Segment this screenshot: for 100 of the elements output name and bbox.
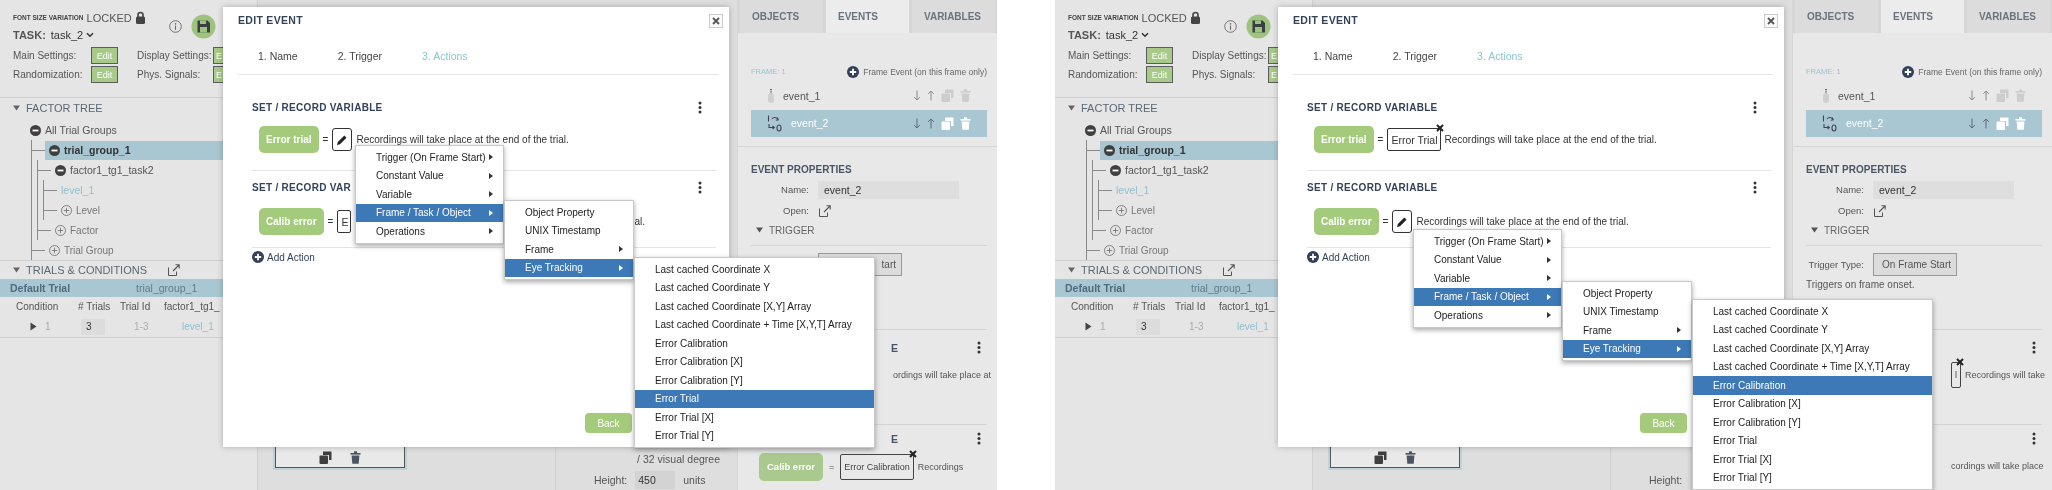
save-icon[interactable] bbox=[191, 13, 216, 39]
tab[interactable]: EVENTS bbox=[1881, 0, 1964, 33]
menu-item[interactable]: Operations bbox=[1414, 306, 1561, 325]
event-row[interactable]: event_1 bbox=[1806, 83, 2042, 108]
height-field[interactable]: 450 bbox=[635, 471, 676, 489]
menu-item[interactable]: Error Calibration [Y] bbox=[635, 371, 874, 390]
external-link-icon[interactable] bbox=[818, 203, 832, 218]
arrow-up-icon[interactable] bbox=[927, 117, 935, 129]
menu-item[interactable]: Last cached Coordinate Y bbox=[1693, 320, 1932, 339]
expand-triangle-icon[interactable] bbox=[30, 322, 37, 331]
menu-item[interactable]: Error Trial bbox=[1693, 431, 1932, 450]
menu-item[interactable]: Last cached Coordinate + Time [X,Y,T] Array bbox=[1693, 357, 1932, 376]
menu-item[interactable]: Last cached Coordinate [X,Y] Array bbox=[635, 297, 874, 316]
add-event-button[interactable]: Frame Event (on this frame only) bbox=[847, 65, 987, 78]
menu-item[interactable]: Last cached Coordinate X bbox=[635, 260, 874, 279]
menu-item[interactable]: Frame bbox=[1563, 321, 1691, 340]
menu-item[interactable]: Frame bbox=[505, 240, 633, 259]
kebab-menu-icon[interactable] bbox=[698, 180, 702, 194]
step-tab[interactable]: 1. Name bbox=[258, 49, 298, 62]
add-action-button[interactable]: Add Action bbox=[252, 250, 315, 264]
name-field[interactable]: event_2 bbox=[1873, 180, 2014, 199]
menu-item[interactable]: Error Trial [Y] bbox=[635, 426, 874, 445]
menu-item[interactable]: Last cached Coordinate X bbox=[1693, 302, 1932, 321]
copy-icon[interactable] bbox=[1374, 450, 1387, 464]
menu-item[interactable]: Frame / Task / Object bbox=[1414, 287, 1561, 306]
arrow-up-icon[interactable] bbox=[1982, 117, 1990, 129]
menu-item[interactable]: Last cached Coordinate + Time [X,Y,T] Array bbox=[635, 315, 874, 334]
edit-value-button[interactable] bbox=[332, 128, 353, 151]
kebab-menu-icon[interactable] bbox=[977, 341, 981, 355]
info-icon[interactable] bbox=[169, 19, 182, 33]
menu-item[interactable]: Operations bbox=[356, 222, 503, 241]
triangle-icon[interactable] bbox=[1068, 267, 1075, 273]
add-item-button[interactable]: Trial Group bbox=[45, 240, 118, 260]
menu-item[interactable]: Last cached Coordinate [X,Y] Array bbox=[1693, 339, 1932, 358]
menu-item[interactable]: Constant Value bbox=[356, 166, 503, 185]
menu-item[interactable]: UNIX Timestamp bbox=[1563, 302, 1691, 321]
menu-item[interactable]: Error Calibration [X] bbox=[635, 352, 874, 371]
triangle-icon[interactable] bbox=[13, 267, 20, 273]
kebab-menu-icon[interactable] bbox=[977, 432, 981, 446]
menu-item[interactable]: Error Trial bbox=[635, 389, 874, 408]
menu-item[interactable]: Error Calibration bbox=[1693, 376, 1932, 395]
info-icon[interactable] bbox=[1224, 19, 1237, 33]
remove-icon[interactable] bbox=[1956, 357, 1964, 366]
value-field[interactable]: Error Calibration bbox=[840, 453, 914, 480]
value-field[interactable]: E bbox=[337, 210, 352, 233]
kebab-menu-icon[interactable] bbox=[1753, 180, 1757, 194]
event-row[interactable]: event_1 bbox=[751, 83, 987, 108]
menu-item[interactable]: Constant Value bbox=[1414, 250, 1561, 269]
tab[interactable]: EVENTS bbox=[826, 0, 909, 33]
arrow-down-icon[interactable] bbox=[1968, 90, 1976, 102]
step-tab[interactable]: 2. Trigger bbox=[337, 49, 383, 62]
add-item-button[interactable]: Factor bbox=[51, 220, 103, 240]
tab[interactable]: OBJECTS bbox=[740, 0, 823, 33]
menu-item[interactable]: Error Trial [Y] bbox=[1693, 468, 1932, 487]
menu-item[interactable]: Object Property bbox=[505, 203, 633, 222]
external-link-icon[interactable] bbox=[1222, 263, 1237, 277]
expand-triangle-icon[interactable] bbox=[1085, 322, 1092, 331]
trash-icon[interactable] bbox=[350, 450, 361, 464]
tree-item[interactable]: factor1_tg1_task2 bbox=[51, 160, 158, 180]
trials-count-field[interactable]: 3 bbox=[81, 318, 105, 335]
kebab-menu-icon[interactable] bbox=[698, 100, 702, 114]
arrow-up-icon[interactable] bbox=[1982, 90, 1990, 102]
arrow-down-icon[interactable] bbox=[913, 117, 921, 129]
add-item-button[interactable]: Trial Group bbox=[1100, 240, 1173, 260]
add-item-button[interactable]: Level bbox=[57, 200, 104, 220]
trash-icon[interactable] bbox=[1405, 450, 1416, 464]
add-item-button[interactable]: Level bbox=[1112, 200, 1159, 220]
close-button[interactable] bbox=[1764, 14, 1778, 28]
menu-item[interactable]: Trigger (On Frame Start) bbox=[1414, 232, 1561, 251]
arrow-up-icon[interactable] bbox=[927, 90, 935, 102]
menu-item[interactable]: Eye Tracking bbox=[505, 258, 633, 277]
menu-item[interactable]: Error Trial [X] bbox=[1693, 450, 1932, 469]
menu-item[interactable]: Error Calibration [Y] bbox=[1693, 413, 1932, 432]
name-field[interactable]: event_2 bbox=[818, 180, 959, 199]
kebab-menu-icon[interactable] bbox=[2032, 432, 2036, 446]
menu-item[interactable]: UNIX Timestamp bbox=[505, 221, 633, 240]
menu-item[interactable]: Error Calibration [X] bbox=[1693, 394, 1932, 413]
close-button[interactable] bbox=[709, 14, 723, 28]
edit-value-button[interactable] bbox=[1392, 210, 1413, 233]
value-field[interactable]: l bbox=[1951, 361, 1961, 388]
kebab-menu-icon[interactable] bbox=[1753, 100, 1757, 114]
menu-item[interactable]: Object Property bbox=[1563, 284, 1691, 303]
menu-item[interactable]: Variable bbox=[356, 185, 503, 204]
task-dropdown[interactable]: task_2 bbox=[50, 28, 95, 41]
copy-icon[interactable] bbox=[319, 450, 332, 464]
tab[interactable]: OBJECTS bbox=[1795, 0, 1878, 33]
arrow-down-icon[interactable] bbox=[913, 90, 921, 102]
external-link-icon[interactable] bbox=[1873, 203, 1887, 218]
trigger-type-button[interactable]: On Frame Start bbox=[1873, 252, 1957, 276]
menu-item[interactable]: Trigger (On Frame Start) bbox=[356, 148, 503, 167]
add-item-button[interactable]: Factor bbox=[1106, 220, 1158, 240]
task-dropdown[interactable]: task_2 bbox=[1105, 28, 1150, 41]
triangle-icon[interactable] bbox=[756, 227, 763, 234]
tree-item[interactable]: trial_group_1 bbox=[1100, 140, 1278, 160]
menu-item[interactable]: Error Trial [X] bbox=[635, 408, 874, 427]
add-action-button[interactable]: Add Action bbox=[1307, 250, 1370, 264]
remove-icon[interactable] bbox=[1435, 124, 1444, 132]
step-tab[interactable]: 1. Name bbox=[1313, 49, 1353, 62]
triangle-icon[interactable] bbox=[1068, 105, 1075, 111]
menu-item[interactable]: Last cached Coordinate Y bbox=[635, 278, 874, 297]
